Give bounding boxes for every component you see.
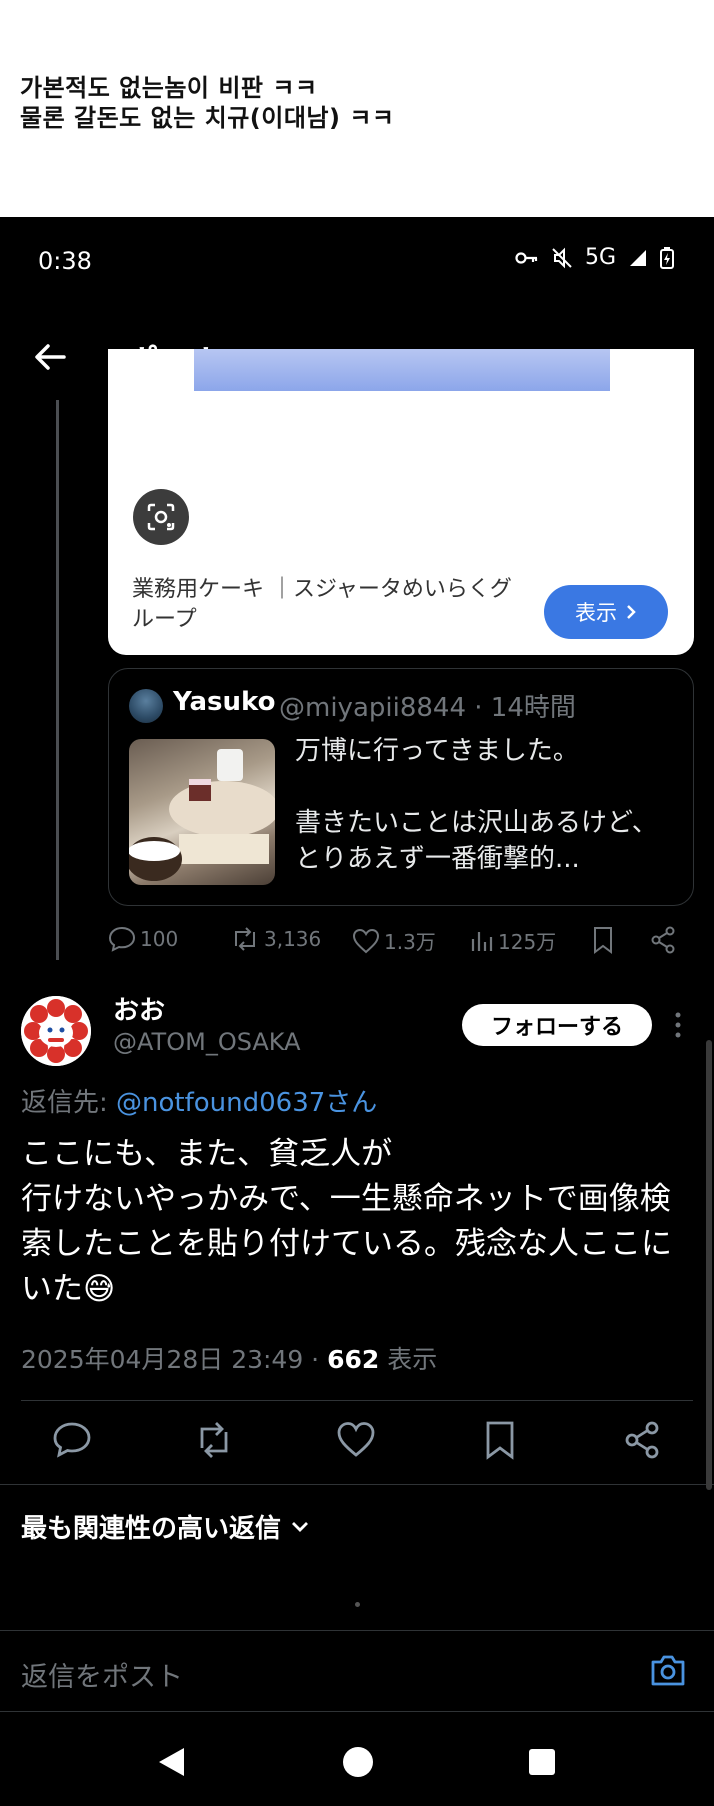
like-count: 1.3万 xyxy=(384,930,436,954)
quoted-name: Yasuko xyxy=(173,687,276,717)
chevron-right-icon xyxy=(627,605,636,619)
post-meta: 2025年04月28日 23:49 · 662 表示 xyxy=(21,1340,437,1376)
ad-image-fragment xyxy=(194,349,610,391)
caption-line-2: 물론 갈돈도 없는 치규(이대남) ㅋㅋ xyxy=(20,104,395,132)
ad-show-label: 表示 xyxy=(575,601,617,625)
thread-connector xyxy=(56,400,59,960)
share-icon[interactable] xyxy=(622,1420,662,1460)
scrollbar[interactable] xyxy=(706,1040,712,1490)
back-arrow-icon[interactable] xyxy=(30,337,70,377)
quoted-text: 万博に行ってきました。 書きたいことは沢山あるけど、とりあえず一番衝撃的... xyxy=(295,736,658,874)
post-actions xyxy=(0,1420,714,1480)
reply-action[interactable]: 100 xyxy=(108,926,178,952)
loading-dot xyxy=(355,1602,360,1607)
camera-icon[interactable] xyxy=(650,1653,686,1687)
vpn-key-icon xyxy=(515,251,538,264)
heart-icon[interactable] xyxy=(336,1420,376,1460)
quoted-handle: @miyapii8844 · 14時間 xyxy=(279,693,576,723)
author-name[interactable]: おお xyxy=(113,990,165,1027)
divider xyxy=(0,1484,714,1485)
quoted-post[interactable]: Yasuko @miyapii8844 · 14時間 万博に行ってきました。 書… xyxy=(108,668,694,906)
status-time: 0:38 xyxy=(38,247,92,275)
network-label: 5G xyxy=(584,245,616,270)
reply-to-mention[interactable]: @notfound0637さん xyxy=(116,1088,377,1118)
repost-action[interactable]: 3,136 xyxy=(230,926,321,952)
reply-icon xyxy=(108,926,136,952)
nav-home-icon[interactable] xyxy=(342,1746,374,1778)
views-chart-icon xyxy=(471,931,493,951)
views-count: 125万 xyxy=(498,930,557,954)
status-bar: 0:38 5G xyxy=(0,217,714,307)
status-icons: 5G xyxy=(515,245,674,270)
quoted-actions: 100 3,136 1.3万 125万 xyxy=(108,920,698,960)
avatar[interactable] xyxy=(21,996,91,1066)
signal-icon xyxy=(630,249,646,266)
google-lens-icon[interactable] xyxy=(133,489,189,545)
ad-card[interactable]: 業務用ケーキ ｜スジャータめいらくグループ 表示 xyxy=(108,349,694,655)
post-date: 2025年04月28日 23:49 · xyxy=(21,1345,328,1374)
reply-count: 100 xyxy=(140,927,179,951)
nav-recents-icon[interactable] xyxy=(528,1748,556,1776)
reply-composer[interactable]: 返信をポスト xyxy=(0,1630,714,1712)
quoted-thumbnail xyxy=(129,739,275,885)
post-body: ここにも、また、貧乏人が 行けないやっかみで、一生懸命ネットで画像検索したことを… xyxy=(21,1136,672,1307)
post-view-count: 662 xyxy=(327,1345,380,1374)
battery-icon xyxy=(660,246,674,269)
share-icon[interactable] xyxy=(650,926,676,954)
reply-to-prefix: 返信先: xyxy=(21,1088,108,1118)
repost-icon[interactable] xyxy=(194,1420,234,1460)
bookmark-icon[interactable] xyxy=(592,926,614,954)
post-view-label: 表示 xyxy=(387,1345,438,1374)
replies-sort-toggle[interactable]: 最も関連性の高い返信 xyxy=(21,1508,309,1545)
repost-count: 3,136 xyxy=(264,927,322,951)
replies-sort-label: 最も関連性の高い返信 xyxy=(21,1514,282,1544)
bookmark-icon[interactable] xyxy=(480,1420,520,1460)
caption-area: 가본적도 없는놈이 비판 ㅋㅋ 물론 갈돈도 없는 치규(이대남) ㅋㅋ xyxy=(0,0,714,217)
author-handle[interactable]: @ATOM_OSAKA xyxy=(113,1028,301,1056)
divider xyxy=(21,1400,693,1401)
more-options-icon[interactable] xyxy=(675,1012,681,1038)
quoted-avatar xyxy=(129,689,163,723)
chevron-down-icon xyxy=(292,1521,309,1532)
follow-button[interactable]: フォローする xyxy=(462,1004,652,1046)
heart-icon xyxy=(352,928,380,953)
nav-back-icon[interactable] xyxy=(156,1746,186,1778)
reply-to-line: 返信先: @notfound0637さん xyxy=(21,1082,377,1119)
ad-title: 業務用ケーキ ｜スジャータめいらくグループ xyxy=(132,577,512,632)
system-nav-bar xyxy=(0,1720,714,1806)
like-action[interactable]: 1.3万 xyxy=(352,926,436,955)
reply-input[interactable]: 返信をポスト xyxy=(21,1655,183,1694)
reply-icon[interactable] xyxy=(52,1420,92,1460)
ad-show-button[interactable]: 表示 xyxy=(544,585,668,639)
mute-icon xyxy=(552,247,572,268)
views-action[interactable]: 125万 xyxy=(470,926,556,955)
repost-icon xyxy=(235,927,255,951)
